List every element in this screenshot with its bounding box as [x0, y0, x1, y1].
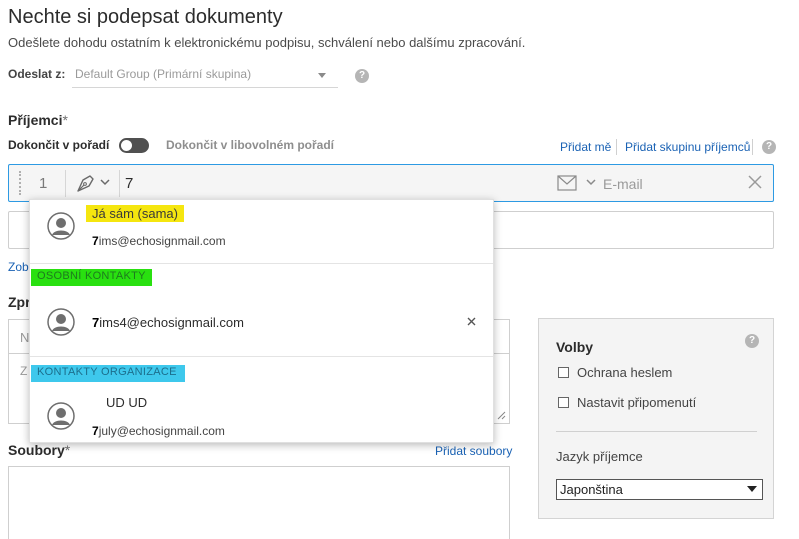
files-dropzone[interactable] — [8, 466, 510, 539]
pen-nib-icon[interactable] — [75, 172, 97, 194]
toggle-knob — [121, 140, 132, 151]
required-asterisk: * — [64, 442, 71, 458]
options-divider — [556, 431, 757, 432]
recipients-heading: Příjemci* — [8, 112, 68, 128]
row-divider — [119, 170, 120, 197]
email-rest: ims4@echosignmail.com — [99, 315, 244, 330]
link-separator — [616, 139, 617, 155]
drag-handle-icon[interactable] — [19, 171, 21, 195]
recipient-language-select[interactable]: Japonština — [556, 479, 763, 500]
password-protection-checkbox[interactable] — [558, 367, 569, 378]
files-heading-text: Soubory — [8, 442, 65, 458]
set-reminder-checkbox[interactable] — [558, 397, 569, 408]
password-protection-label: Ochrana heslem — [577, 365, 673, 380]
recipient-language-value: Japonština — [560, 482, 623, 497]
recipient-email-input[interactable] — [125, 172, 425, 194]
help-icon[interactable]: ? — [355, 69, 369, 83]
self-email: 7ims@echosignmail.com — [92, 234, 226, 248]
set-reminder-label: Nastavit připomenutí — [577, 395, 697, 410]
row-divider — [65, 170, 66, 197]
email-placeholder: E-mail — [603, 176, 643, 192]
self-name: Já sám (sama) — [86, 205, 184, 222]
resize-grip-icon[interactable] — [497, 411, 506, 420]
help-icon[interactable]: ? — [745, 334, 759, 348]
envelope-icon[interactable] — [557, 175, 577, 191]
chevron-down-icon — [318, 73, 326, 78]
organization-contact-name: UD UD — [106, 395, 148, 410]
link-separator — [752, 139, 753, 155]
add-me-link[interactable]: Přidat mě — [560, 140, 611, 154]
files-heading: Soubory* — [8, 442, 70, 458]
recipient-row[interactable]: 1 E-mail — [8, 164, 774, 202]
complete-any-order-label: Dokončit v libovolném pořadí — [166, 138, 335, 152]
email-rest: july@echosignmail.com — [98, 424, 225, 438]
personal-contacts-header: OSOBNÍ KONTAKTY — [31, 269, 152, 286]
email-match: 7 — [92, 234, 99, 248]
send-from-value: Default Group (Primární skupina) — [75, 67, 252, 81]
chevron-down-icon[interactable] — [586, 178, 596, 186]
chevron-down-icon[interactable] — [100, 178, 110, 186]
dropdown-divider — [30, 263, 493, 264]
page-subtitle: Odešlete dohodu ostatním k elektronickém… — [8, 35, 526, 50]
send-from-label: Odeslat z: — [8, 67, 66, 81]
add-recipient-group-link[interactable]: Přidat skupinu příjemců — [625, 140, 750, 154]
close-icon[interactable] — [466, 316, 477, 327]
recipient-language-label: Jazyk příjemce — [556, 449, 643, 464]
organization-contact-email: 7july@echosignmail.com — [92, 424, 225, 438]
partial-link[interactable]: Zob — [8, 260, 29, 274]
options-title: Volby — [556, 339, 594, 355]
user-avatar-icon — [47, 402, 75, 430]
complete-in-order-label: Dokončit v pořadí — [8, 138, 110, 152]
recipient-autocomplete-dropdown: Já sám (sama) 7ims@echosignmail.com OSOB… — [29, 199, 494, 443]
email-match: 7 — [92, 424, 99, 438]
options-panel: Volby ? Ochrana heslem Nastavit připomen… — [538, 318, 774, 519]
agreement-name-placeholder: N — [20, 330, 30, 345]
organization-contacts-header: KONTAKTY ORGANIZACE — [31, 365, 185, 382]
user-avatar-icon — [47, 212, 75, 240]
chevron-down-icon — [747, 486, 757, 492]
personal-contact-email: 7ims4@echosignmail.com — [92, 315, 244, 330]
message-placeholder: Z — [20, 364, 28, 378]
close-icon[interactable] — [746, 173, 764, 191]
page-title: Nechte si podepsat dokumenty — [8, 6, 283, 28]
dropdown-divider — [30, 356, 493, 357]
add-files-link[interactable]: Přidat soubory — [435, 444, 512, 458]
message-heading: Zpr — [8, 294, 31, 310]
email-rest: ims@echosignmail.com — [98, 234, 226, 248]
user-avatar-icon — [47, 308, 75, 336]
help-icon[interactable]: ? — [762, 140, 776, 154]
required-asterisk: * — [62, 112, 68, 128]
recipients-heading-text: Příjemci — [8, 112, 63, 128]
signing-order-toggle[interactable] — [119, 138, 149, 153]
send-from-select[interactable]: Default Group (Primární skupina) — [72, 63, 338, 88]
set-reminder-option[interactable]: Nastavit připomenutí — [558, 395, 696, 410]
password-protection-option[interactable]: Ochrana heslem — [558, 365, 672, 380]
recipient-order-number: 1 — [39, 175, 48, 192]
